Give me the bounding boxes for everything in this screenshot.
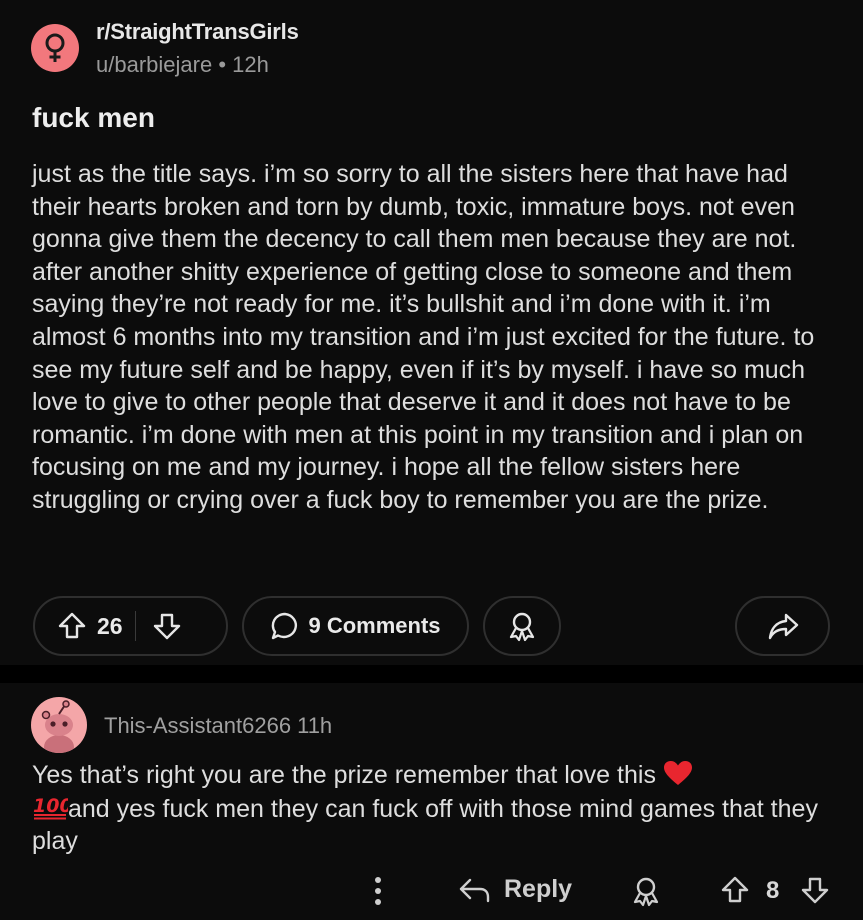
downvote-icon[interactable] bbox=[152, 611, 182, 641]
upvote-icon[interactable] bbox=[57, 611, 87, 641]
post-vote-count: 26 bbox=[97, 612, 123, 639]
share-icon bbox=[768, 613, 798, 640]
post-card[interactable]: r/StraightTransGirls u/barbiejare • 12h … bbox=[0, 0, 863, 665]
subreddit-name[interactable]: r/StraightTransGirls bbox=[96, 19, 299, 45]
comment-vote-count: 8 bbox=[766, 877, 780, 904]
award-icon[interactable] bbox=[630, 875, 662, 907]
award-button[interactable] bbox=[483, 596, 561, 656]
share-button[interactable] bbox=[735, 596, 830, 656]
post-meta: u/barbiejare • 12h bbox=[96, 52, 269, 78]
comments-label: 9 Comments bbox=[308, 613, 441, 638]
post-time: 12h bbox=[232, 52, 269, 77]
upvote-icon[interactable] bbox=[720, 875, 750, 905]
vote-bar: 26 bbox=[33, 596, 228, 656]
female-symbol-icon bbox=[45, 33, 65, 62]
meta-separator: • bbox=[218, 52, 227, 77]
award-icon bbox=[509, 612, 535, 642]
post-title: fuck men bbox=[32, 102, 155, 133]
comment-text-part2: and yes fuck men they can fuck off with … bbox=[32, 794, 818, 856]
svg-text:100: 100 bbox=[33, 795, 68, 817]
reply-button[interactable]: Reply bbox=[458, 875, 572, 904]
downvote-icon[interactable] bbox=[800, 875, 830, 905]
comment-username[interactable]: This-Assistant6266 bbox=[104, 713, 291, 738]
avatar[interactable] bbox=[31, 697, 87, 753]
red-heart-icon bbox=[663, 761, 692, 785]
comment-user: This-Assistant6266 11h bbox=[104, 713, 332, 739]
reply-arrow-icon bbox=[459, 878, 490, 902]
snoo-avatar-icon bbox=[41, 700, 74, 753]
vote-divider bbox=[134, 611, 136, 641]
more-options-icon[interactable] bbox=[370, 873, 386, 909]
comment-body: Yes that’s right you are the prize remem… bbox=[32, 759, 832, 858]
hundred-points-icon: 100 bbox=[33, 795, 68, 820]
comment-bubble-icon bbox=[272, 612, 298, 640]
comment-time: 11h bbox=[297, 713, 333, 738]
subreddit-avatar[interactable] bbox=[31, 24, 79, 72]
post-author[interactable]: u/barbiejare bbox=[96, 52, 212, 77]
section-separator bbox=[0, 665, 863, 683]
comment-actions: Reply 8 bbox=[0, 873, 863, 913]
comment-text-part1: Yes that’s right you are the prize remem… bbox=[32, 761, 663, 789]
reply-label: Reply bbox=[504, 875, 573, 903]
comment-card: This-Assistant6266 11h Yes that’s right y… bbox=[0, 683, 863, 920]
comments-button[interactable]: 9 Comments bbox=[242, 596, 469, 656]
post-body: just as the title says. i’m so sorry to … bbox=[32, 160, 815, 514]
